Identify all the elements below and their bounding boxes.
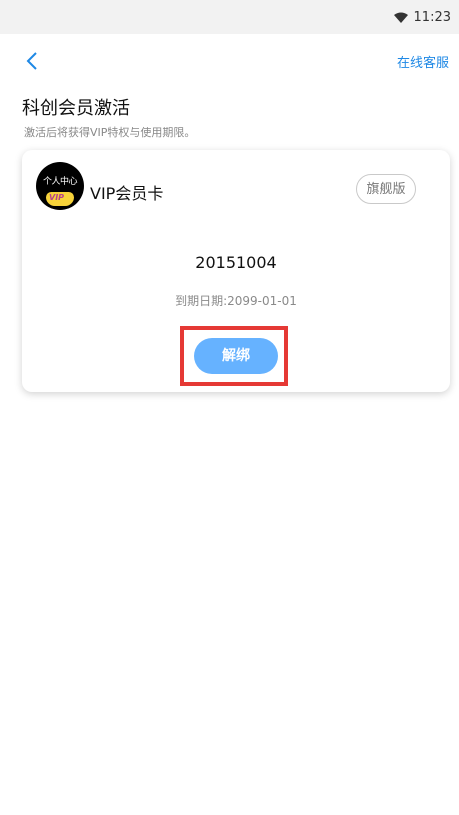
avatar-vip-text: VIP [49,193,65,202]
expiry-value: 2099-01-01 [227,294,297,308]
unbind-button[interactable]: 解绑 [194,338,278,374]
nav-bar: 在线客服 [0,34,459,90]
online-service-link[interactable]: 在线客服 [397,52,449,71]
expiry-label: 到期日期: [175,294,228,308]
card-number: 20151004 [195,253,277,272]
expiry-date: 到期日期:2099-01-01 [22,292,450,309]
card-title: VIP会员卡 [90,184,164,203]
back-button[interactable] [24,50,42,72]
avatar-label: 个人中心 [42,177,78,187]
status-bar: 11:23 [0,0,459,34]
vip-card: 个人中心 VIP VIP会员卡 旗舰版 20151004 到期日期:2099-0… [22,150,450,392]
page-subtitle: 激活后将获得VIP特权与使用期限。 [24,126,196,139]
tier-badge: 旗舰版 [356,174,416,204]
status-indicators: 11:23 [393,10,451,25]
wifi-icon [393,12,408,24]
avatar: 个人中心 VIP [36,162,84,210]
status-time: 11:23 [413,10,451,25]
chevron-left-icon [26,52,37,70]
page-title: 科创会员激活 [22,98,130,119]
